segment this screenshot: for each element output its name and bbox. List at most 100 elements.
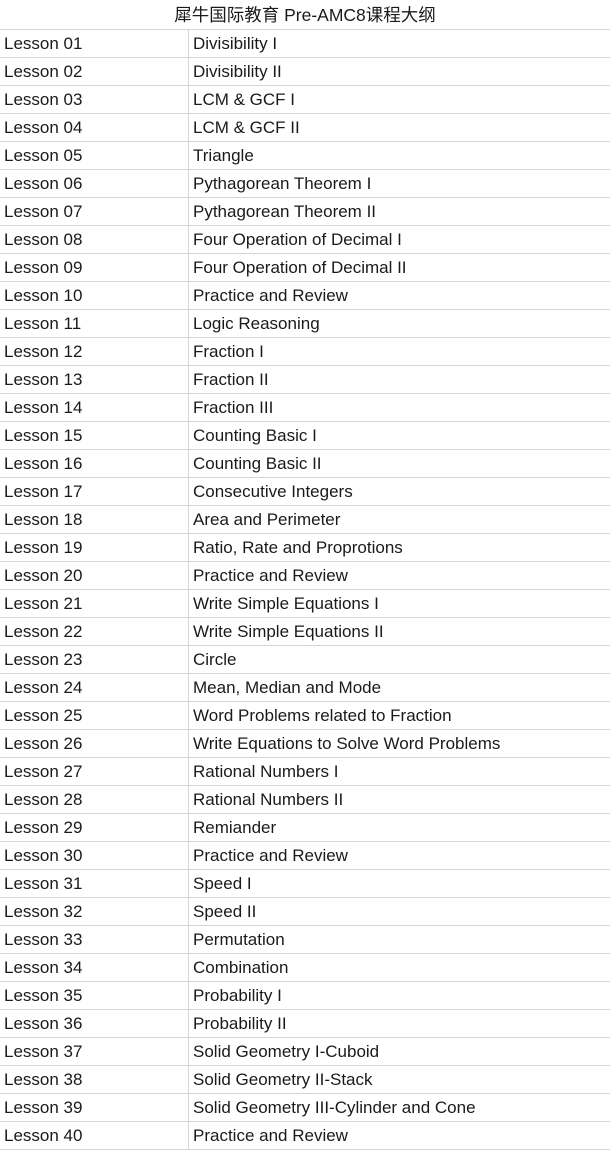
table-row[interactable]: Lesson 06 Pythagorean Theorem I	[0, 169, 611, 198]
lesson-topic-cell[interactable]: Write Equations to Solve Word Problems	[187, 729, 611, 758]
table-row[interactable]: Lesson 11 Logic Reasoning	[0, 309, 611, 338]
table-row[interactable]: Lesson 31 Speed I	[0, 869, 611, 898]
table-row[interactable]: Lesson 15 Counting Basic I	[0, 421, 611, 450]
lesson-number-cell[interactable]: Lesson 39	[0, 1093, 189, 1122]
lesson-topic-cell[interactable]: Circle	[187, 645, 611, 674]
lesson-topic-cell[interactable]: Divisibility II	[187, 57, 611, 86]
lesson-topic-cell[interactable]: Remiander	[187, 813, 611, 842]
lesson-topic-cell[interactable]: Speed II	[187, 897, 611, 926]
lesson-number-cell[interactable]: Lesson 08	[0, 225, 189, 254]
lesson-number-cell[interactable]: Lesson 13	[0, 365, 189, 394]
table-row[interactable]: Lesson 22 Write Simple Equations II	[0, 617, 611, 646]
lesson-topic-cell[interactable]: Practice and Review	[187, 281, 611, 310]
table-row[interactable]: Lesson 14 Fraction III	[0, 393, 611, 422]
table-row[interactable]: Lesson 20 Practice and Review	[0, 561, 611, 590]
table-row[interactable]: Lesson 04 LCM & GCF II	[0, 113, 611, 142]
lesson-topic-cell[interactable]: LCM & GCF II	[187, 113, 611, 142]
lesson-number-cell[interactable]: Lesson 17	[0, 477, 189, 506]
lesson-number-cell[interactable]: Lesson 19	[0, 533, 189, 562]
lesson-topic-cell[interactable]: Rational Numbers I	[187, 757, 611, 786]
table-row[interactable]: Lesson 27 Rational Numbers I	[0, 757, 611, 786]
lesson-number-cell[interactable]: Lesson 01	[0, 29, 189, 58]
lesson-topic-cell[interactable]: Ratio, Rate and Proprotions	[187, 533, 611, 562]
lesson-number-cell[interactable]: Lesson 30	[0, 841, 189, 870]
lesson-number-cell[interactable]: Lesson 05	[0, 141, 189, 170]
lesson-number-cell[interactable]: Lesson 35	[0, 981, 189, 1010]
table-row[interactable]: Lesson 40 Practice and Review	[0, 1121, 611, 1150]
table-row[interactable]: Lesson 24 Mean, Median and Mode	[0, 673, 611, 702]
table-row[interactable]: Lesson 25 Word Problems related to Fracti…	[0, 701, 611, 730]
lesson-topic-cell[interactable]: Four Operation of Decimal II	[187, 253, 611, 282]
lesson-topic-cell[interactable]: Write Simple Equations I	[187, 589, 611, 618]
table-row[interactable]: Lesson 10 Practice and Review	[0, 281, 611, 310]
lesson-topic-cell[interactable]: Solid Geometry II-Stack	[187, 1065, 611, 1094]
lesson-topic-cell[interactable]: Area and Perimeter	[187, 505, 611, 534]
lesson-number-cell[interactable]: Lesson 18	[0, 505, 189, 534]
lesson-topic-cell[interactable]: Solid Geometry III-Cylinder and Cone	[187, 1093, 611, 1122]
table-row[interactable]: Lesson 33 Permutation	[0, 925, 611, 954]
table-row[interactable]: Lesson 18 Area and Perimeter	[0, 505, 611, 534]
lesson-number-cell[interactable]: Lesson 26	[0, 729, 189, 758]
lesson-topic-cell[interactable]: Fraction I	[187, 337, 611, 366]
table-row[interactable]: Lesson 26 Write Equations to Solve Word P…	[0, 729, 611, 758]
lesson-number-cell[interactable]: Lesson 06	[0, 169, 189, 198]
table-row[interactable]: Lesson 02 Divisibility II	[0, 57, 611, 86]
lesson-topic-cell[interactable]: Speed I	[187, 869, 611, 898]
lesson-number-cell[interactable]: Lesson 29	[0, 813, 189, 842]
lesson-number-cell[interactable]: Lesson 32	[0, 897, 189, 926]
table-row[interactable]: Lesson 07 Pythagorean Theorem II	[0, 197, 611, 226]
lesson-topic-cell[interactable]: Pythagorean Theorem I	[187, 169, 611, 198]
lesson-number-cell[interactable]: Lesson 09	[0, 253, 189, 282]
table-row[interactable]: Lesson 03 LCM & GCF I	[0, 85, 611, 114]
lesson-number-cell[interactable]: Lesson 02	[0, 57, 189, 86]
lesson-topic-cell[interactable]: Counting Basic I	[187, 421, 611, 450]
lesson-topic-cell[interactable]: Practice and Review	[187, 1121, 611, 1150]
table-row[interactable]: Lesson 09 Four Operation of Decimal II	[0, 253, 611, 282]
table-row[interactable]: Lesson 34 Combination	[0, 953, 611, 982]
lesson-number-cell[interactable]: Lesson 36	[0, 1009, 189, 1038]
lesson-number-cell[interactable]: Lesson 12	[0, 337, 189, 366]
table-row[interactable]: Lesson 13 Fraction II	[0, 365, 611, 394]
lesson-topic-cell[interactable]: Divisibility I	[187, 29, 611, 58]
lesson-number-cell[interactable]: Lesson 07	[0, 197, 189, 226]
lesson-number-cell[interactable]: Lesson 22	[0, 617, 189, 646]
lesson-topic-cell[interactable]: Practice and Review	[187, 841, 611, 870]
table-row[interactable]: Lesson 01 Divisibility I	[0, 29, 611, 58]
lesson-number-cell[interactable]: Lesson 31	[0, 869, 189, 898]
lesson-topic-cell[interactable]: Solid Geometry I-Cuboid	[187, 1037, 611, 1066]
lesson-number-cell[interactable]: Lesson 11	[0, 309, 189, 338]
lesson-topic-cell[interactable]: Logic Reasoning	[187, 309, 611, 338]
lesson-number-cell[interactable]: Lesson 21	[0, 589, 189, 618]
lesson-number-cell[interactable]: Lesson 15	[0, 421, 189, 450]
lesson-number-cell[interactable]: Lesson 20	[0, 561, 189, 590]
lesson-number-cell[interactable]: Lesson 34	[0, 953, 189, 982]
lesson-number-cell[interactable]: Lesson 03	[0, 85, 189, 114]
table-row[interactable]: Lesson 19 Ratio, Rate and Proprotions	[0, 533, 611, 562]
lesson-topic-cell[interactable]: Permutation	[187, 925, 611, 954]
lesson-number-cell[interactable]: Lesson 24	[0, 673, 189, 702]
lesson-topic-cell[interactable]: Pythagorean Theorem II	[187, 197, 611, 226]
table-row[interactable]: Lesson 32 Speed II	[0, 897, 611, 926]
table-row[interactable]: Lesson 16 Counting Basic II	[0, 449, 611, 478]
lesson-topic-cell[interactable]: Write Simple Equations II	[187, 617, 611, 646]
lesson-topic-cell[interactable]: Probability II	[187, 1009, 611, 1038]
table-row[interactable]: Lesson 12 Fraction I	[0, 337, 611, 366]
table-row[interactable]: Lesson 39 Solid Geometry III-Cylinder and…	[0, 1093, 611, 1122]
lesson-topic-cell[interactable]: Combination	[187, 953, 611, 982]
lesson-topic-cell[interactable]: Practice and Review	[187, 561, 611, 590]
lesson-topic-cell[interactable]: Fraction III	[187, 393, 611, 422]
lesson-number-cell[interactable]: Lesson 10	[0, 281, 189, 310]
table-row[interactable]: Lesson 38 Solid Geometry II-Stack	[0, 1065, 611, 1094]
lesson-number-cell[interactable]: Lesson 38	[0, 1065, 189, 1094]
lesson-number-cell[interactable]: Lesson 25	[0, 701, 189, 730]
table-row[interactable]: Lesson 30 Practice and Review	[0, 841, 611, 870]
lesson-number-cell[interactable]: Lesson 33	[0, 925, 189, 954]
lesson-topic-cell[interactable]: Rational Numbers II	[187, 785, 611, 814]
lesson-number-cell[interactable]: Lesson 23	[0, 645, 189, 674]
table-row[interactable]: Lesson 08 Four Operation of Decimal I	[0, 225, 611, 254]
lesson-number-cell[interactable]: Lesson 28	[0, 785, 189, 814]
lesson-topic-cell[interactable]: Triangle	[187, 141, 611, 170]
lesson-topic-cell[interactable]: LCM & GCF I	[187, 85, 611, 114]
lesson-number-cell[interactable]: Lesson 27	[0, 757, 189, 786]
table-row[interactable]: Lesson 21 Write Simple Equations I	[0, 589, 611, 618]
